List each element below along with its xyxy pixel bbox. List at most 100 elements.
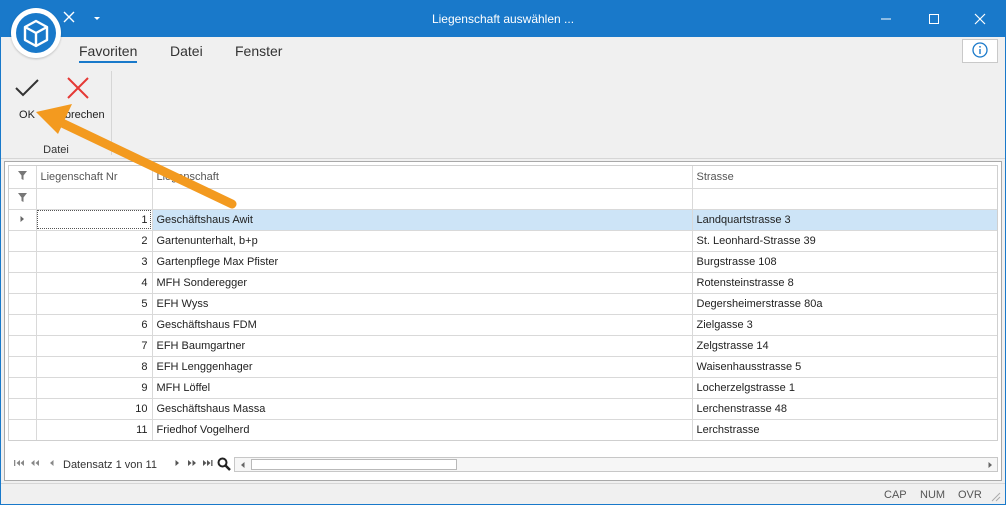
status-bar: CAP NUM OVR bbox=[1, 483, 1005, 504]
cell-liegenschaft[interactable]: Geschäftshaus Awit bbox=[152, 209, 693, 231]
window-title: Liegenschaft auswählen ... bbox=[431, 12, 575, 26]
tab-favoriten[interactable]: Favoriten bbox=[79, 43, 138, 63]
row-indicator[interactable] bbox=[9, 398, 37, 420]
info-button[interactable] bbox=[962, 39, 998, 63]
resize-grip-icon[interactable] bbox=[991, 492, 1001, 505]
minimize-button[interactable] bbox=[863, 1, 909, 37]
overwrite-indicator: OVR bbox=[958, 489, 982, 501]
cell-strasse[interactable]: Zielgasse 3 bbox=[692, 314, 997, 336]
row-indicator[interactable] bbox=[9, 377, 37, 399]
table-row[interactable]: 6 Geschäftshaus FDM Zielgasse 3 bbox=[9, 314, 997, 336]
cell-nr[interactable]: 7 bbox=[36, 335, 153, 357]
cell-nr[interactable]: 3 bbox=[36, 251, 153, 273]
table-row[interactable]: 7 EFH Baumgartner Zelgstrasse 14 bbox=[9, 335, 997, 357]
prev-page-icon[interactable] bbox=[30, 459, 39, 469]
ribbon-tabbar: Favoriten Datei Fenster bbox=[1, 37, 1005, 67]
cell-liegenschaft[interactable]: EFH Lenggenhager bbox=[152, 356, 693, 378]
cell-liegenschaft[interactable]: Gartenunterhalt, b+p bbox=[152, 230, 693, 252]
cell-nr[interactable]: 8 bbox=[36, 356, 153, 378]
row-indicator[interactable] bbox=[9, 419, 37, 440]
dialog-window: Liegenschaft auswählen ... Favoriten Dat… bbox=[0, 0, 1006, 505]
filter-row-icon bbox=[9, 188, 37, 210]
cell-strasse[interactable]: Degersheimerstrasse 80a bbox=[692, 293, 997, 315]
cancel-x-icon bbox=[48, 71, 108, 105]
table-row[interactable]: 3 Gartenpflege Max Pfister Burgstrasse 108 bbox=[9, 251, 997, 273]
cell-nr[interactable]: 10 bbox=[36, 398, 153, 420]
ribbon-group-divider bbox=[111, 71, 112, 155]
filter-cell-liegenschaft[interactable] bbox=[152, 188, 693, 210]
cell-nr[interactable]: 11 bbox=[36, 419, 153, 440]
cell-nr[interactable]: 9 bbox=[36, 377, 153, 399]
cell-strasse[interactable]: Lerchstrasse bbox=[692, 419, 997, 440]
row-indicator[interactable] bbox=[9, 356, 37, 378]
row-indicator[interactable] bbox=[9, 251, 37, 273]
cell-nr[interactable]: 1 bbox=[36, 209, 153, 231]
maximize-button[interactable] bbox=[911, 1, 957, 37]
title-bar: Liegenschaft auswählen ... bbox=[1, 1, 1005, 37]
next-record-icon[interactable] bbox=[175, 459, 180, 469]
column-header-liegenschaft[interactable]: Liegenschaft bbox=[152, 166, 693, 189]
cell-strasse[interactable]: Waisenhausstrasse 5 bbox=[692, 356, 997, 378]
header-row: Liegenschaft Nr Liegenschaft Strasse bbox=[9, 166, 997, 189]
cell-liegenschaft[interactable]: MFH Sonderegger bbox=[152, 272, 693, 294]
cell-strasse[interactable]: Burgstrasse 108 bbox=[692, 251, 997, 273]
table-row[interactable]: 1 Geschäftshaus Awit Landquartstrasse 3 bbox=[9, 209, 997, 231]
scroll-left-icon[interactable] bbox=[235, 458, 249, 471]
filter-cell-strasse[interactable] bbox=[692, 188, 997, 210]
cell-liegenschaft[interactable]: Gartenpflege Max Pfister bbox=[152, 251, 693, 273]
table-row[interactable]: 11 Friedhof Vogelherd Lerchstrasse bbox=[9, 419, 997, 440]
cell-strasse[interactable]: Landquartstrasse 3 bbox=[692, 209, 997, 231]
column-header-strasse[interactable]: Strasse bbox=[692, 166, 997, 189]
grid-body: Liegenschaft Nr Liegenschaft Strasse 1 G… bbox=[8, 165, 998, 441]
cell-liegenschaft[interactable]: Geschäftshaus FDM bbox=[152, 314, 693, 336]
cell-strasse[interactable]: Zelgstrasse 14 bbox=[692, 335, 997, 357]
ribbon-group-label: Datei bbox=[43, 144, 69, 156]
first-record-icon[interactable] bbox=[14, 459, 24, 469]
cell-liegenschaft[interactable]: Geschäftshaus Massa bbox=[152, 398, 693, 420]
cell-liegenschaft[interactable]: EFH Baumgartner bbox=[152, 335, 693, 357]
prev-record-icon[interactable] bbox=[49, 459, 54, 469]
header-filter-icon[interactable] bbox=[9, 166, 37, 189]
table-row[interactable]: 2 Gartenunterhalt, b+p St. Leonhard-Strass… bbox=[9, 230, 997, 252]
cancel-button[interactable]: Abbrechen bbox=[48, 71, 108, 121]
data-grid: Liegenschaft Nr Liegenschaft Strasse 1 G… bbox=[4, 161, 1002, 481]
row-indicator[interactable] bbox=[9, 335, 37, 357]
cell-nr[interactable]: 6 bbox=[36, 314, 153, 336]
auto-filter-row bbox=[9, 188, 997, 210]
cell-nr[interactable]: 5 bbox=[36, 293, 153, 315]
scroll-right-icon[interactable] bbox=[983, 458, 997, 471]
tab-datei[interactable]: Datei bbox=[170, 43, 203, 59]
cell-strasse[interactable]: Lerchenstrasse 48 bbox=[692, 398, 997, 420]
cell-liegenschaft[interactable]: MFH Löffel bbox=[152, 377, 693, 399]
row-indicator[interactable] bbox=[9, 230, 37, 252]
filter-cell-nr[interactable] bbox=[36, 188, 153, 210]
tab-fenster[interactable]: Fenster bbox=[235, 43, 282, 59]
cell-nr[interactable]: 2 bbox=[36, 230, 153, 252]
cell-strasse[interactable]: Rotensteinstrasse 8 bbox=[692, 272, 997, 294]
table-row[interactable]: 5 EFH Wyss Degersheimerstrasse 80a bbox=[9, 293, 997, 315]
table-row[interactable]: 10 Geschäftshaus Massa Lerchenstrasse 48 bbox=[9, 398, 997, 420]
cancel-label: Abbrechen bbox=[51, 109, 105, 121]
row-indicator[interactable] bbox=[9, 314, 37, 336]
column-header-nr[interactable]: Liegenschaft Nr bbox=[36, 166, 153, 189]
ok-button[interactable]: OK bbox=[9, 71, 45, 121]
row-indicator[interactable] bbox=[9, 272, 37, 294]
cell-strasse[interactable]: Locherzelgstrasse 1 bbox=[692, 377, 997, 399]
row-indicator-icon[interactable] bbox=[9, 209, 37, 231]
app-logo[interactable] bbox=[11, 8, 61, 58]
row-indicator[interactable] bbox=[9, 293, 37, 315]
scrollbar-thumb[interactable] bbox=[251, 459, 457, 470]
cell-liegenschaft[interactable]: Friedhof Vogelherd bbox=[152, 419, 693, 440]
horizontal-scrollbar[interactable] bbox=[234, 457, 998, 472]
cell-liegenschaft[interactable]: EFH Wyss bbox=[152, 293, 693, 315]
table-row[interactable]: 4 MFH Sonderegger Rotensteinstrasse 8 bbox=[9, 272, 997, 294]
table-row[interactable]: 9 MFH Löffel Locherzelgstrasse 1 bbox=[9, 377, 997, 399]
table-row[interactable]: 8 EFH Lenggenhager Waisenhausstrasse 5 bbox=[9, 356, 997, 378]
search-icon[interactable] bbox=[217, 457, 231, 473]
checkmark-icon bbox=[9, 71, 45, 105]
cell-nr[interactable]: 4 bbox=[36, 272, 153, 294]
close-button[interactable] bbox=[957, 1, 1003, 37]
last-record-icon[interactable] bbox=[203, 459, 213, 469]
next-page-icon[interactable] bbox=[188, 459, 197, 469]
cell-strasse[interactable]: St. Leonhard-Strasse 39 bbox=[692, 230, 997, 252]
